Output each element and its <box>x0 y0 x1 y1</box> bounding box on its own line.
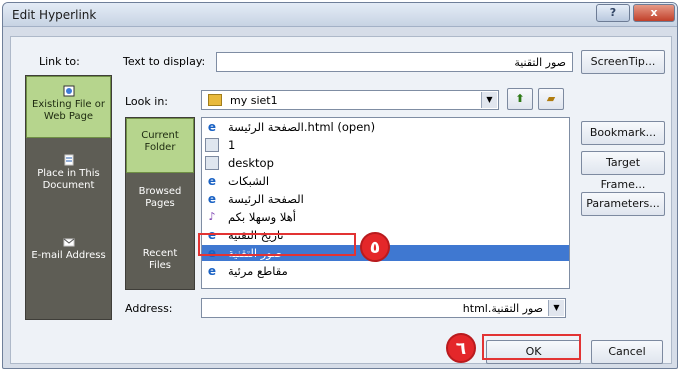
link-place-in-document[interactable]: Place in This Document <box>26 154 111 204</box>
place-current-label-2: Folder <box>144 142 176 153</box>
chevron-down-icon[interactable]: ▼ <box>481 92 497 108</box>
ie-icon: e <box>207 264 217 278</box>
dialog-title: Edit Hyperlink <box>12 8 97 22</box>
link-place-label-2: Document <box>42 180 95 191</box>
file-name: desktop <box>228 156 274 170</box>
email-icon <box>63 238 74 247</box>
web-page-icon <box>63 85 74 97</box>
open-folder-icon: ▰ <box>546 92 556 105</box>
places-bar: Current Folder Browsed Pages Recent File… <box>125 117 195 290</box>
file-item[interactable]: e مقاطع مرئية <box>202 263 569 279</box>
audio-icon: ♪ <box>208 210 216 223</box>
cancel-button[interactable]: Cancel <box>591 340 663 364</box>
ie-icon: e <box>207 120 217 134</box>
page-icon <box>205 156 219 170</box>
link-to-bar: Existing File or Web Page Place in This … <box>25 75 112 320</box>
ie-icon: e <box>207 192 217 206</box>
address-value: صور التقنية.html <box>462 302 543 315</box>
place-recent-label-2: Files <box>149 260 171 271</box>
highlight-selected-file <box>198 233 356 256</box>
step-5-marker: ٥ <box>360 232 390 262</box>
browse-folder-button[interactable]: ▰ <box>538 88 564 110</box>
help-button[interactable]: ? <box>596 4 630 22</box>
file-item[interactable]: e الصفحة الرئيسة <box>202 191 569 207</box>
file-name: الشبكات <box>228 174 270 188</box>
bookmark-button[interactable]: Bookmark... <box>581 121 665 145</box>
screentip-button[interactable]: ScreenTip... <box>581 50 665 74</box>
file-name: الصفحة الرئيسة <box>228 192 304 206</box>
target-frame-button[interactable]: Target Frame... <box>581 151 665 191</box>
look-in-value: my siet1 <box>230 94 278 107</box>
text-to-display-input[interactable]: صور التقنية <box>216 52 573 72</box>
link-existing-label-2: Web Page <box>43 111 94 122</box>
place-browsed-label-1: Browsed <box>138 186 182 197</box>
file-list[interactable]: e الصفحة الرئيسة.html (open) 1 desktop eا… <box>201 117 570 289</box>
close-button[interactable]: x <box>633 4 675 22</box>
dialog-body: Link to: Existing File or Web Page Place… <box>10 36 672 364</box>
step-6-marker: ٦ <box>446 333 476 363</box>
folder-up-icon: ⬆ <box>515 92 525 105</box>
file-item[interactable]: e الصفحة الرئيسة.html (open) <box>202 119 569 135</box>
place-recent-label-1: Recent <box>142 248 178 259</box>
place-current-folder[interactable]: Current Folder <box>126 118 194 173</box>
edit-hyperlink-dialog: Edit Hyperlink ? x Link to: Existing Fil… <box>2 2 678 369</box>
file-item[interactable]: desktop <box>202 155 569 171</box>
file-item[interactable]: 1 <box>202 137 569 153</box>
place-recent-files[interactable]: Recent Files <box>126 248 194 272</box>
highlight-ok-button <box>482 334 581 360</box>
ie-icon: e <box>207 174 217 188</box>
document-icon <box>64 154 73 166</box>
link-email-address[interactable]: E-mail Address <box>26 236 111 276</box>
look-in-select[interactable]: my siet1 ▼ <box>201 90 499 110</box>
chevron-down-icon[interactable]: ▼ <box>548 300 564 316</box>
folder-icon <box>208 94 222 106</box>
link-to-label: Link to: <box>39 55 80 68</box>
text-to-display-label: Text to display: <box>123 55 206 68</box>
place-current-label-1: Current <box>141 130 179 141</box>
link-existing-file[interactable]: Existing File or Web Page <box>26 76 111 138</box>
place-browsed-label-2: Pages <box>145 198 175 209</box>
link-email-label: E-mail Address <box>31 250 106 261</box>
link-existing-label-1: Existing File or <box>32 99 105 110</box>
page-icon <box>205 138 219 152</box>
file-name: 1 <box>228 138 236 152</box>
up-one-folder-button[interactable]: ⬆ <box>507 88 533 110</box>
place-browsed-pages[interactable]: Browsed Pages <box>126 186 194 210</box>
parameters-button[interactable]: Parameters... <box>581 192 665 216</box>
file-item[interactable]: e الشبكات <box>202 173 569 189</box>
address-input[interactable]: صور التقنية.html ▼ <box>201 298 566 318</box>
file-name: الصفحة الرئيسة.html (open) <box>228 120 376 134</box>
file-name: مقاطع مرئية <box>228 264 288 278</box>
title-bar: Edit Hyperlink ? x <box>3 3 677 27</box>
file-item[interactable]: ♪ أهلا وسهلا بكم <box>202 209 569 225</box>
link-place-label-1: Place in This <box>37 168 100 179</box>
address-label: Address: <box>125 302 173 315</box>
text-to-display-value: صور التقنية <box>514 56 566 69</box>
look-in-label: Look in: <box>125 95 168 108</box>
file-name: أهلا وسهلا بكم <box>228 210 296 224</box>
